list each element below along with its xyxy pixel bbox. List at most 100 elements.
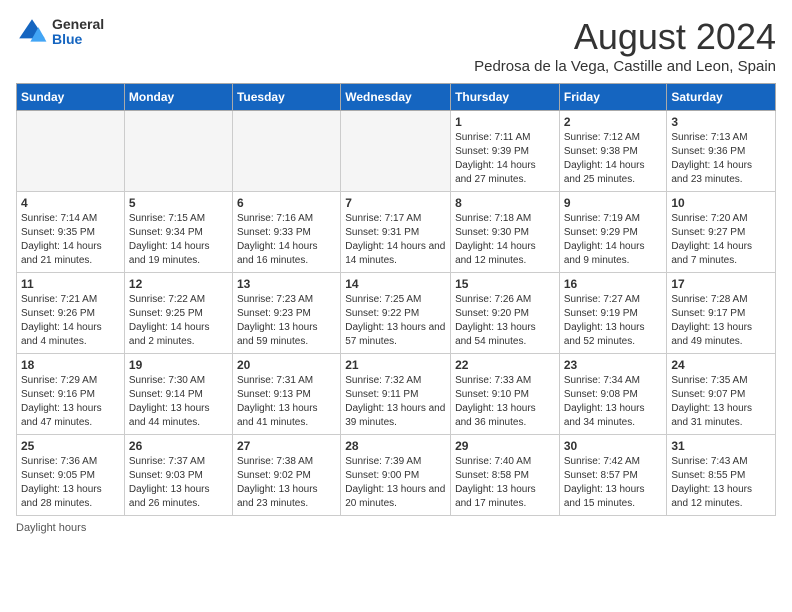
- calendar-cell: 6 Sunrise: 7:16 AM Sunset: 9:33 PM Daylig…: [232, 192, 340, 273]
- day-info: Sunrise: 7:29 AM Sunset: 9:16 PM Dayligh…: [21, 374, 120, 430]
- logo-icon: [16, 16, 48, 48]
- day-info: Sunrise: 7:26 AM Sunset: 9:20 PM Dayligh…: [455, 293, 555, 349]
- calendar-cell: 29Sunrise: 7:40 AM Sunset: 8:58 PM Dayli…: [451, 435, 560, 516]
- calendar-cell: 8Sunrise: 7:18 AM Sunset: 9:30 PM Daylig…: [451, 192, 560, 273]
- day-number: 1: [455, 115, 555, 129]
- week-row-0: 1 Sunrise: 7:11 AM Sunset: 9:39 PM Daylig…: [17, 111, 776, 192]
- title-section: August 2024 Pedrosa de la Vega, Castille…: [474, 16, 776, 75]
- day-number: 21: [345, 358, 446, 372]
- day-info: Sunrise: 7:43 AM Sunset: 8:55 PM Dayligh…: [671, 455, 771, 511]
- calendar-cell: [124, 111, 232, 192]
- day-number: 30: [564, 439, 663, 453]
- day-number: 2: [564, 115, 663, 129]
- day-number: 13: [237, 277, 336, 291]
- calendar-cell: 11 Sunrise: 7:21 AM Sunset: 9:26 PM Dayli…: [17, 273, 125, 354]
- day-number: 19: [129, 358, 228, 372]
- calendar-cell: [17, 111, 125, 192]
- day-number: 7: [345, 196, 446, 210]
- day-number: 31: [671, 439, 771, 453]
- day-info: Sunrise: 7:12 AM Sunset: 9:38 PM Dayligh…: [564, 131, 663, 187]
- day-info: Sunrise: 7:21 AM Sunset: 9:26 PM Dayligh…: [21, 293, 120, 349]
- day-info: Sunrise: 7:13 AM Sunset: 9:36 PM Dayligh…: [671, 131, 771, 187]
- day-info: Sunrise: 7:23 AM Sunset: 9:23 PM Dayligh…: [237, 293, 336, 349]
- weekday-header-thursday: Thursday: [451, 84, 560, 111]
- calendar-cell: 19Sunrise: 7:30 AM Sunset: 9:14 PM Dayli…: [124, 354, 232, 435]
- day-number: 5: [129, 196, 228, 210]
- day-number: 6: [237, 196, 336, 210]
- day-number: 17: [671, 277, 771, 291]
- day-info: Sunrise: 7:15 AM Sunset: 9:34 PM Dayligh…: [129, 212, 228, 268]
- calendar-cell: [232, 111, 340, 192]
- calendar-cell: 30 Sunrise: 7:42 AM Sunset: 8:57 PM Dayli…: [559, 435, 667, 516]
- calendar-cell: 3 Sunrise: 7:13 AM Sunset: 9:36 PM Daylig…: [667, 111, 776, 192]
- day-number: 16: [564, 277, 663, 291]
- day-number: 27: [237, 439, 336, 453]
- day-number: 14: [345, 277, 446, 291]
- week-row-1: 4 Sunrise: 7:14 AM Sunset: 9:35 PM Daylig…: [17, 192, 776, 273]
- calendar-cell: 7 Sunrise: 7:17 AM Sunset: 9:31 PM Daylig…: [341, 192, 451, 273]
- weekday-header-wednesday: Wednesday: [341, 84, 451, 111]
- calendar-cell: 23 Sunrise: 7:34 AM Sunset: 9:08 PM Dayli…: [559, 354, 667, 435]
- day-info: Sunrise: 7:18 AM Sunset: 9:30 PM Dayligh…: [455, 212, 555, 268]
- day-info: Sunrise: 7:16 AM Sunset: 9:33 PM Dayligh…: [237, 212, 336, 268]
- week-row-4: 25Sunrise: 7:36 AM Sunset: 9:05 PM Dayli…: [17, 435, 776, 516]
- logo: General Blue: [16, 16, 104, 48]
- day-info: Sunrise: 7:20 AM Sunset: 9:27 PM Dayligh…: [671, 212, 771, 268]
- calendar-cell: 13 Sunrise: 7:23 AM Sunset: 9:23 PM Dayli…: [232, 273, 340, 354]
- day-number: 26: [129, 439, 228, 453]
- day-info: Sunrise: 7:33 AM Sunset: 9:10 PM Dayligh…: [455, 374, 555, 430]
- day-info: Sunrise: 7:25 AM Sunset: 9:22 PM Dayligh…: [345, 293, 446, 349]
- day-info: Sunrise: 7:35 AM Sunset: 9:07 PM Dayligh…: [671, 374, 771, 430]
- day-number: 9: [564, 196, 663, 210]
- location-subtitle: Pedrosa de la Vega, Castille and Leon, S…: [474, 58, 776, 75]
- calendar-table: SundayMondayTuesdayWednesdayThursdayFrid…: [16, 83, 776, 516]
- day-number: 20: [237, 358, 336, 372]
- month-title: August 2024: [474, 16, 776, 58]
- weekday-header-row: SundayMondayTuesdayWednesdayThursdayFrid…: [17, 84, 776, 111]
- day-info: Sunrise: 7:14 AM Sunset: 9:35 PM Dayligh…: [21, 212, 120, 268]
- logo-text: General Blue: [52, 17, 104, 48]
- calendar-cell: 16Sunrise: 7:27 AM Sunset: 9:19 PM Dayli…: [559, 273, 667, 354]
- day-info: Sunrise: 7:31 AM Sunset: 9:13 PM Dayligh…: [237, 374, 336, 430]
- daylight-label: Daylight hours: [16, 522, 86, 534]
- calendar-cell: 21Sunrise: 7:32 AM Sunset: 9:11 PM Dayli…: [341, 354, 451, 435]
- day-number: 23: [564, 358, 663, 372]
- day-number: 28: [345, 439, 446, 453]
- calendar-cell: 26 Sunrise: 7:37 AM Sunset: 9:03 PM Dayli…: [124, 435, 232, 516]
- weekday-header-tuesday: Tuesday: [232, 84, 340, 111]
- calendar-cell: 2 Sunrise: 7:12 AM Sunset: 9:38 PM Daylig…: [559, 111, 667, 192]
- day-number: 10: [671, 196, 771, 210]
- calendar-cell: 28Sunrise: 7:39 AM Sunset: 9:00 PM Dayli…: [341, 435, 451, 516]
- calendar-cell: 25Sunrise: 7:36 AM Sunset: 9:05 PM Dayli…: [17, 435, 125, 516]
- weekday-header-friday: Friday: [559, 84, 667, 111]
- day-info: Sunrise: 7:19 AM Sunset: 9:29 PM Dayligh…: [564, 212, 663, 268]
- day-info: Sunrise: 7:42 AM Sunset: 8:57 PM Dayligh…: [564, 455, 663, 511]
- calendar-cell: 14 Sunrise: 7:25 AM Sunset: 9:22 PM Dayli…: [341, 273, 451, 354]
- logo-general-text: General: [52, 17, 104, 32]
- calendar-cell: 17 Sunrise: 7:28 AM Sunset: 9:17 PM Dayli…: [667, 273, 776, 354]
- day-number: 4: [21, 196, 120, 210]
- day-number: 15: [455, 277, 555, 291]
- footer-note: Daylight hours: [16, 522, 776, 534]
- calendar-cell: 22 Sunrise: 7:33 AM Sunset: 9:10 PM Dayli…: [451, 354, 560, 435]
- header: General Blue August 2024 Pedrosa de la V…: [16, 16, 776, 75]
- calendar-cell: 27 Sunrise: 7:38 AM Sunset: 9:02 PM Dayli…: [232, 435, 340, 516]
- week-row-2: 11 Sunrise: 7:21 AM Sunset: 9:26 PM Dayli…: [17, 273, 776, 354]
- day-info: Sunrise: 7:38 AM Sunset: 9:02 PM Dayligh…: [237, 455, 336, 511]
- calendar-cell: 15 Sunrise: 7:26 AM Sunset: 9:20 PM Dayli…: [451, 273, 560, 354]
- day-info: Sunrise: 7:34 AM Sunset: 9:08 PM Dayligh…: [564, 374, 663, 430]
- day-info: Sunrise: 7:37 AM Sunset: 9:03 PM Dayligh…: [129, 455, 228, 511]
- calendar-cell: 20 Sunrise: 7:31 AM Sunset: 9:13 PM Dayli…: [232, 354, 340, 435]
- calendar-cell: 1 Sunrise: 7:11 AM Sunset: 9:39 PM Daylig…: [451, 111, 560, 192]
- day-number: 18: [21, 358, 120, 372]
- week-row-3: 18 Sunrise: 7:29 AM Sunset: 9:16 PM Dayli…: [17, 354, 776, 435]
- day-number: 22: [455, 358, 555, 372]
- day-info: Sunrise: 7:28 AM Sunset: 9:17 PM Dayligh…: [671, 293, 771, 349]
- day-info: Sunrise: 7:11 AM Sunset: 9:39 PM Dayligh…: [455, 131, 555, 187]
- weekday-header-monday: Monday: [124, 84, 232, 111]
- day-info: Sunrise: 7:36 AM Sunset: 9:05 PM Dayligh…: [21, 455, 120, 511]
- calendar-cell: 24Sunrise: 7:35 AM Sunset: 9:07 PM Dayli…: [667, 354, 776, 435]
- day-number: 3: [671, 115, 771, 129]
- day-info: Sunrise: 7:17 AM Sunset: 9:31 PM Dayligh…: [345, 212, 446, 268]
- day-number: 11: [21, 277, 120, 291]
